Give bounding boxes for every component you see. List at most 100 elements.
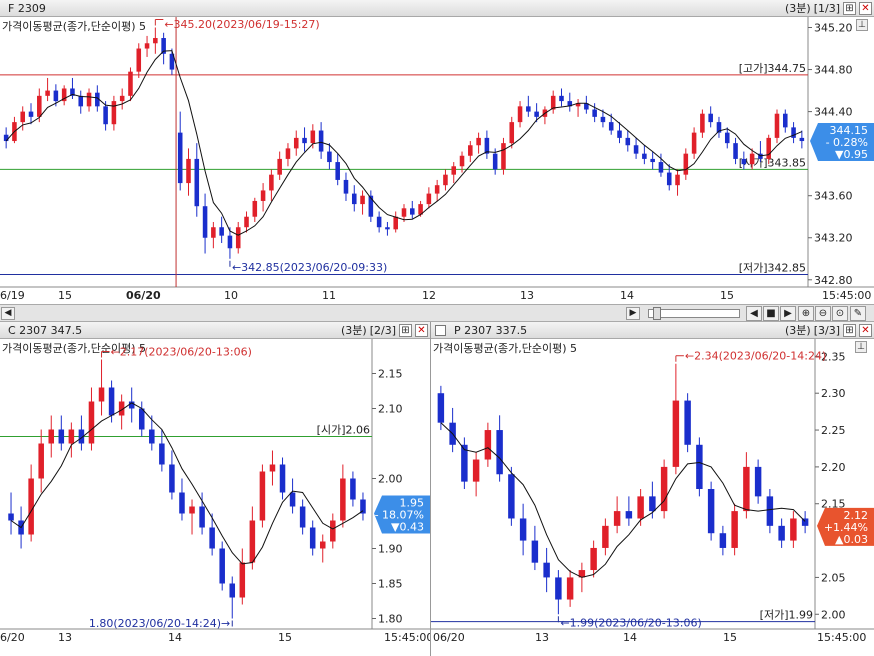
zoom-out-icon[interactable]: ⊖ [815,306,831,321]
price-tick-label: 342.80 [814,274,853,287]
candle-body [684,400,691,445]
chart-canvas-bottom-left[interactable]: 2.15 2.10 2.00 1.90 1.85 1.80 6/20 13 14 15 15:45:… [0,339,430,656]
low-marker-label: ←342.85(2023/06/20-09:33) [232,261,387,274]
candle-body [53,90,59,102]
time-tick-label: 06/20 [433,631,465,644]
slider-thumb[interactable] [653,307,661,320]
restore-icon[interactable]: ⊞ [399,323,412,337]
restore-icon[interactable]: ⊞ [843,1,856,15]
candle-body [508,474,515,519]
time-tick-label: 14 [620,289,634,302]
price-tick-label: 344.80 [814,64,853,77]
candle-body [169,464,175,493]
price-tick-label: 2.00 [821,608,846,621]
price-tick-label: 2.30 [821,387,846,400]
candle-body [343,179,349,194]
candle-body [778,525,785,541]
candle-body [675,174,680,186]
candle-body [719,533,727,548]
close-icon[interactable]: ✕ [859,323,872,337]
candle-body [625,137,631,146]
price-tick-label: 344.40 [814,106,853,119]
candle-body [330,520,336,542]
price-tick-label: 2.00 [378,473,403,486]
candle-body [602,525,609,548]
interval-label[interactable]: (3분) [785,0,811,16]
candle-body [293,137,299,149]
zoom-reset-icon[interactable]: ⊙ [832,306,848,321]
chart-canvas-top[interactable]: 345.20 344.80 344.40 343.60 343.20 342.80 6/19… [0,17,874,304]
interval-label[interactable]: (3분) [341,322,367,338]
open-price-line-label: [시가]343.85 [739,156,806,169]
candle-body [472,459,480,482]
candle-body [28,478,34,535]
time-tick-label: 14 [623,631,637,644]
candle-body [177,132,183,184]
candle-body [319,541,326,549]
candle-body [426,193,432,205]
candle-body [299,506,306,528]
candle-body [260,190,266,201]
price-tick-label: 1.85 [378,578,403,591]
price-tick-label: 2.25 [821,424,846,437]
price-box-change: ▼0.43 [391,521,424,534]
stop-icon[interactable]: ■ [763,306,779,321]
first-icon[interactable]: ◀ [746,306,762,321]
time-tick-label: 15:45:00 [817,631,866,644]
candle-body [658,162,664,173]
candle-body [660,466,668,512]
candle-body [637,496,644,519]
candle-body [38,443,44,479]
candle-body [78,95,84,107]
candle-body [310,130,316,144]
candle-body [351,193,357,205]
settings-icon[interactable]: ✎ [850,306,866,321]
candle-body [666,172,672,186]
chart-scrollbar[interactable]: ◀ ▶ ◀ ■ ▶ ⊕ ⊖ ⊙ ✎ [0,304,874,322]
price-tick-label: 2.05 [821,571,846,584]
candle-body [189,506,195,514]
time-tick-label: 13 [58,631,72,644]
candle-body [731,511,738,548]
pane-titlebar: C 2307 347.5 (3분) [2/3] ⊞ ✕ [0,322,430,339]
open-price-line-label: [시가]2.06 [317,424,370,437]
candle-body [249,520,256,563]
candle-body [194,158,200,207]
zoom-slider[interactable] [648,307,740,320]
candle-body [318,130,324,152]
candle-body [749,153,755,165]
candle-body [613,511,621,526]
zoom-in-icon[interactable]: ⊕ [798,306,814,321]
chart-canvas-bottom-right[interactable]: 2.352.302.252.202.152.052.0006/20 13 14 15 1… [431,339,874,656]
restore-icon[interactable]: ⊞ [843,323,856,337]
candle-body [754,466,762,497]
close-icon[interactable]: ✕ [415,323,428,337]
candle-body [696,444,703,489]
moving-average-line [440,422,806,578]
candle-body [592,109,597,117]
candle-body [98,387,105,402]
candle-body [376,216,382,228]
candle-body [202,206,208,238]
pane-title: C 2307 347.5 [8,323,83,337]
candle-body [259,471,266,521]
scroll-left-icon[interactable]: ◀ [1,307,15,320]
pane-checkbox[interactable] [435,324,446,336]
candle-body [799,137,805,142]
candle-body [476,137,481,146]
candle-body [219,227,224,236]
candle-body [555,577,562,600]
interval-label[interactable]: (3분) [785,322,811,338]
candle-body [340,478,346,521]
next-icon[interactable]: ▶ [780,306,796,321]
candle-body [269,174,274,191]
candle-body [724,132,730,144]
candle-body [531,540,539,563]
chart-pane-bottom-left: C 2307 347.5 (3분) [2/3] ⊞ ✕ 가격이동평균(종가,단순… [0,322,430,656]
candle-body [501,143,506,170]
close-icon[interactable]: ✕ [859,1,872,15]
scroll-right-icon[interactable]: ▶ [626,307,640,320]
candle-body [138,408,145,430]
price-box-change: ▼0.95 [835,148,868,161]
candle-body [186,158,191,184]
